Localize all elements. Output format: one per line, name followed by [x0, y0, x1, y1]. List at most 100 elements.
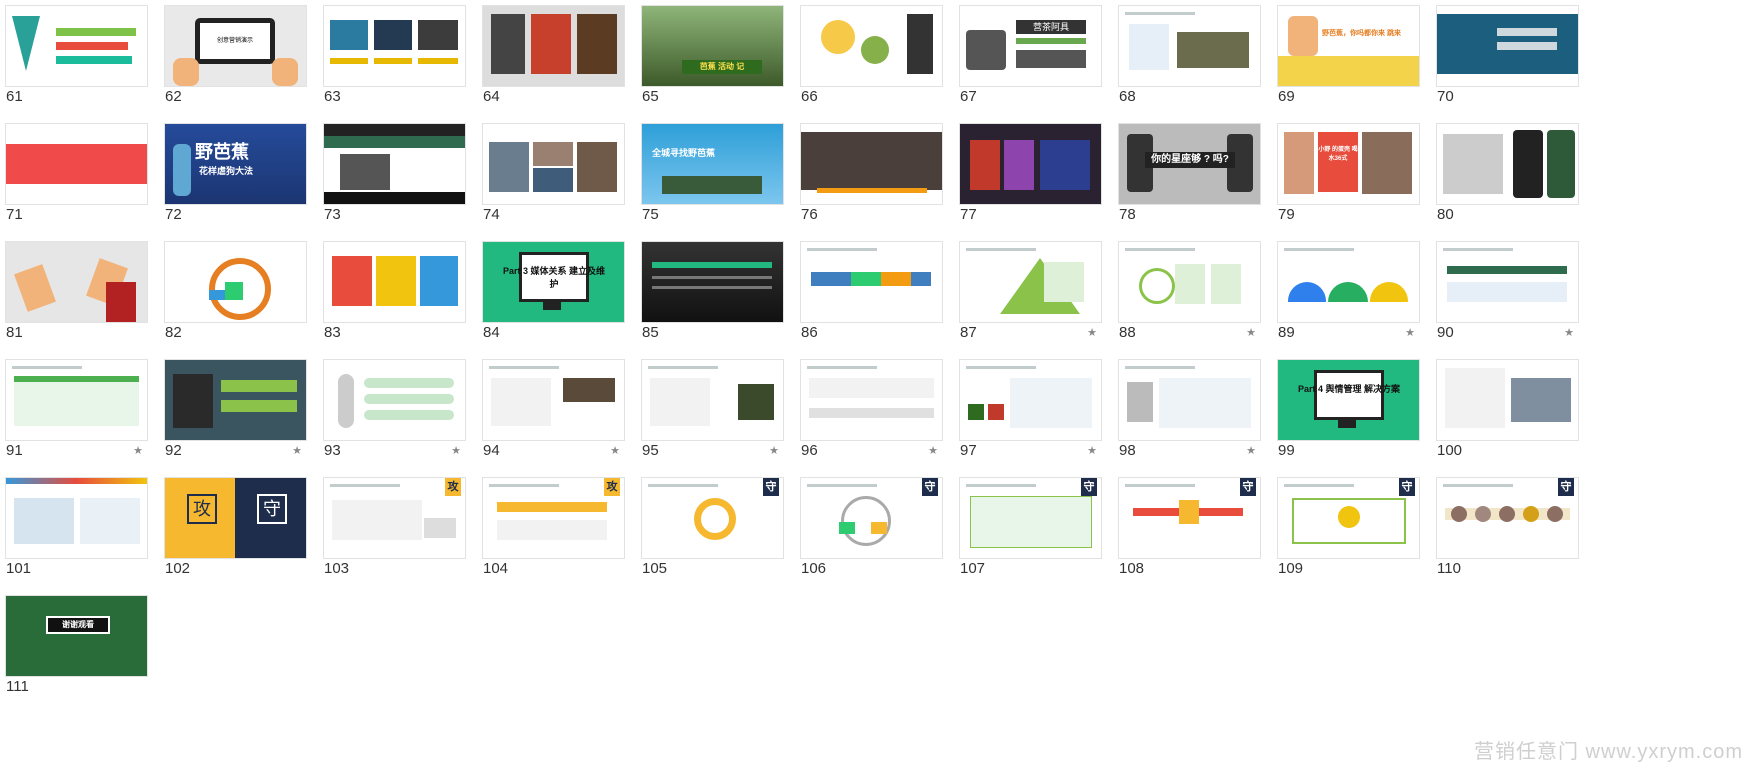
slide-thumbnail-73[interactable]: 73	[324, 124, 465, 239]
slide-thumbnail-78[interactable]: 你的星座够 ? 吗? 78	[1119, 124, 1260, 239]
slide-thumbnail-86[interactable]: 86	[801, 242, 942, 357]
slide-thumbnail-66[interactable]: 66	[801, 6, 942, 121]
slide-thumbnail-90[interactable]: 90 ★	[1437, 242, 1578, 357]
slide-thumbnail-62[interactable]: 创意营销演示 62	[165, 6, 306, 121]
slide-thumbnail-68[interactable]: 68	[1119, 6, 1260, 121]
slide-thumbnail-83[interactable]: 83	[324, 242, 465, 357]
slide-preview[interactable]	[483, 360, 624, 440]
slide-thumbnail-102[interactable]: 攻守 102	[165, 478, 306, 593]
slide-thumbnail-106[interactable]: 守 106	[801, 478, 942, 593]
slide-thumbnail-76[interactable]: 76	[801, 124, 942, 239]
slide-thumbnail-88[interactable]: 88 ★	[1119, 242, 1260, 357]
slide-preview[interactable]: 芭蕉 活动 记	[642, 6, 783, 86]
slide-thumbnail-67[interactable]: 营茶阿具 67	[960, 6, 1101, 121]
slide-preview[interactable]	[1437, 6, 1578, 86]
slide-thumbnail-61[interactable]: 61	[6, 6, 147, 121]
slide-thumbnail-92[interactable]: 92 ★	[165, 360, 306, 475]
slide-preview[interactable]	[801, 242, 942, 322]
slide-thumbnail-104[interactable]: 攻 104	[483, 478, 624, 593]
slide-thumbnail-109[interactable]: 守 109	[1278, 478, 1419, 593]
slide-thumbnail-98[interactable]: 98 ★	[1119, 360, 1260, 475]
slide-thumbnail-93[interactable]: 93 ★	[324, 360, 465, 475]
slide-preview[interactable]	[642, 242, 783, 322]
slide-preview[interactable]: 守	[1437, 478, 1578, 558]
slide-thumbnail-74[interactable]: 74	[483, 124, 624, 239]
slide-preview[interactable]	[6, 6, 147, 86]
slide-preview[interactable]: 谢谢观看	[6, 596, 147, 676]
slide-preview[interactable]	[960, 124, 1101, 204]
slide-thumbnail-82[interactable]: 82	[165, 242, 306, 357]
slide-preview[interactable]	[801, 6, 942, 86]
slide-preview[interactable]	[960, 360, 1101, 440]
slide-preview[interactable]: 守	[1278, 478, 1419, 558]
slide-preview[interactable]: 守	[642, 478, 783, 558]
slide-preview[interactable]: 守	[960, 478, 1101, 558]
slide-thumbnail-100[interactable]: 100	[1437, 360, 1578, 475]
slide-preview[interactable]: 攻守	[165, 478, 306, 558]
slide-thumbnail-107[interactable]: 守 107	[960, 478, 1101, 593]
slide-preview[interactable]	[6, 360, 147, 440]
slide-preview[interactable]: 你的星座够 ? 吗?	[1119, 124, 1260, 204]
slide-thumbnail-110[interactable]: 守 110	[1437, 478, 1578, 593]
slide-thumbnail-101[interactable]: 101	[6, 478, 147, 593]
slide-thumbnail-80[interactable]: 80	[1437, 124, 1578, 239]
slide-thumbnail-84[interactable]: Part 3 媒体关系 建立及维护 84	[483, 242, 624, 357]
slide-preview[interactable]	[1119, 360, 1260, 440]
slide-preview[interactable]: 攻	[483, 478, 624, 558]
slide-preview[interactable]	[1119, 6, 1260, 86]
slide-thumbnail-89[interactable]: 89 ★	[1278, 242, 1419, 357]
slide-preview[interactable]	[165, 360, 306, 440]
slide-thumbnail-71[interactable]: 71	[6, 124, 147, 239]
slide-preview[interactable]	[6, 242, 147, 322]
slide-preview[interactable]	[642, 360, 783, 440]
slide-thumbnail-87[interactable]: 87 ★	[960, 242, 1101, 357]
slide-thumbnail-69[interactable]: 野芭蕉，你吗都你来 跳来 69	[1278, 6, 1419, 121]
slide-preview[interactable]	[960, 242, 1101, 322]
slide-preview[interactable]: 营茶阿具	[960, 6, 1101, 86]
slide-preview[interactable]	[165, 242, 306, 322]
slide-thumbnail-85[interactable]: 85	[642, 242, 783, 357]
slide-preview[interactable]: 攻	[324, 478, 465, 558]
slide-thumbnail-111[interactable]: 谢谢观看 111	[6, 596, 147, 711]
slide-thumbnail-91[interactable]: 91 ★	[6, 360, 147, 475]
slide-preview[interactable]	[1278, 242, 1419, 322]
slide-preview[interactable]: Part 4 舆情管理 解决方案	[1278, 360, 1419, 440]
slide-preview[interactable]: Part 3 媒体关系 建立及维护	[483, 242, 624, 322]
slide-preview[interactable]	[324, 6, 465, 86]
slide-thumbnail-105[interactable]: 守 105	[642, 478, 783, 593]
slide-thumbnail-97[interactable]: 97 ★	[960, 360, 1101, 475]
slide-preview[interactable]	[324, 360, 465, 440]
slide-preview[interactable]: 野芭蕉 花样虐狗大法	[165, 124, 306, 204]
slide-thumbnail-72[interactable]: 野芭蕉 花样虐狗大法 72	[165, 124, 306, 239]
slide-thumbnail-64[interactable]: 64	[483, 6, 624, 121]
slide-preview[interactable]	[1437, 242, 1578, 322]
slide-thumbnail-108[interactable]: 守 108	[1119, 478, 1260, 593]
slide-thumbnail-103[interactable]: 攻 103	[324, 478, 465, 593]
slide-preview[interactable]: 创意营销演示	[165, 6, 306, 86]
slide-preview[interactable]: 守	[801, 478, 942, 558]
slide-preview[interactable]	[483, 124, 624, 204]
slide-preview[interactable]: 野芭蕉，你吗都你来 跳来	[1278, 6, 1419, 86]
slide-preview[interactable]	[801, 360, 942, 440]
slide-thumbnail-75[interactable]: 全城寻找野芭蕉 75	[642, 124, 783, 239]
slide-preview[interactable]: 全城寻找野芭蕉	[642, 124, 783, 204]
slide-preview[interactable]	[801, 124, 942, 204]
slide-preview[interactable]	[324, 242, 465, 322]
slide-preview[interactable]: 守	[1119, 478, 1260, 558]
slide-thumbnail-99[interactable]: Part 4 舆情管理 解决方案 99	[1278, 360, 1419, 475]
slide-preview[interactable]	[324, 124, 465, 204]
slide-thumbnail-77[interactable]: 77	[960, 124, 1101, 239]
slide-preview[interactable]	[1437, 124, 1578, 204]
slide-preview[interactable]	[6, 478, 147, 558]
slide-preview[interactable]: 小野 的蛋壳 喝水36式	[1278, 124, 1419, 204]
slide-thumbnail-63[interactable]: 63	[324, 6, 465, 121]
slide-thumbnail-96[interactable]: 96 ★	[801, 360, 942, 475]
slide-preview[interactable]	[1437, 360, 1578, 440]
slide-thumbnail-70[interactable]: 70	[1437, 6, 1578, 121]
slide-preview[interactable]	[6, 124, 147, 204]
slide-preview[interactable]	[1119, 242, 1260, 322]
slide-thumbnail-94[interactable]: 94 ★	[483, 360, 624, 475]
slide-thumbnail-65[interactable]: 芭蕉 活动 记 65	[642, 6, 783, 121]
slide-thumbnail-81[interactable]: 81	[6, 242, 147, 357]
slide-thumbnail-79[interactable]: 小野 的蛋壳 喝水36式 79	[1278, 124, 1419, 239]
